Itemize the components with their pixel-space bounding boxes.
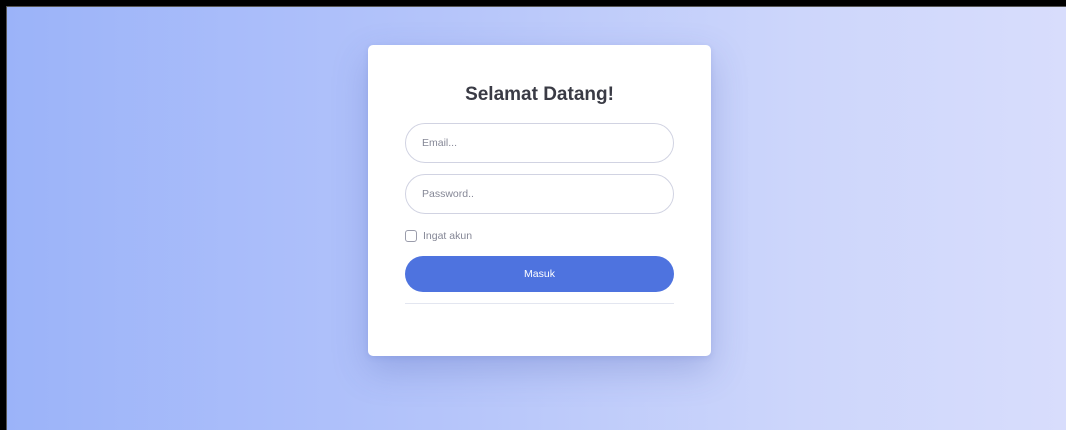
page-title: Selamat Datang! xyxy=(465,84,614,105)
remember-me-label: Ingat akun xyxy=(423,230,473,242)
remember-me[interactable]: Ingat akun xyxy=(405,229,472,243)
page-background: Selamat Datang! Ingat akun Masuk xyxy=(6,6,1066,430)
password-input[interactable] xyxy=(405,174,674,214)
login-card: Selamat Datang! Ingat akun Masuk xyxy=(368,45,711,356)
email-input[interactable] xyxy=(405,123,674,163)
login-button[interactable]: Masuk xyxy=(405,256,674,292)
remember-me-checkbox[interactable] xyxy=(405,230,417,242)
divider xyxy=(405,303,674,304)
